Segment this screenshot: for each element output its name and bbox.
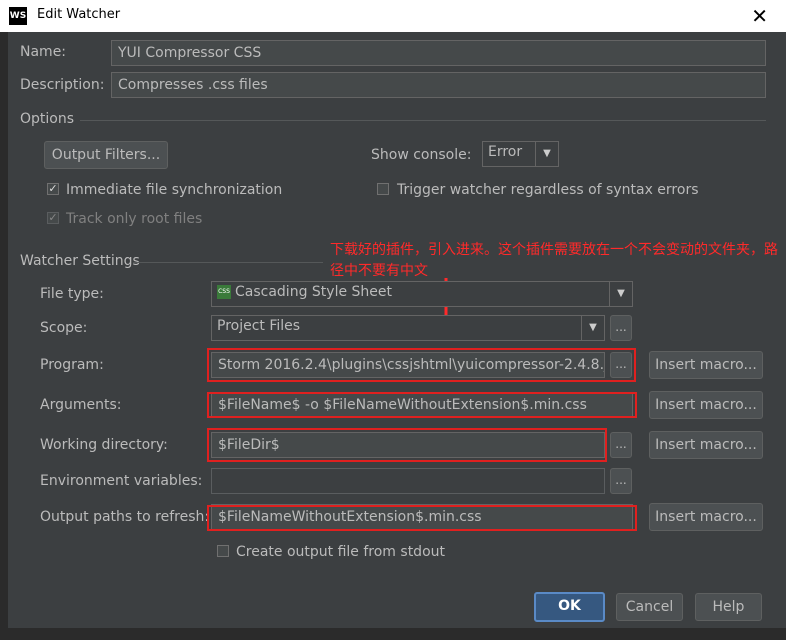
trigger-watcher-checkbox[interactable]	[377, 183, 389, 195]
ok-button[interactable]: OK	[534, 592, 605, 622]
description-label: Description:	[20, 77, 105, 93]
arguments-field[interactable]: $FileName$ -o $FileNameWithoutExtension$…	[211, 392, 633, 418]
watcher-separator	[133, 262, 323, 263]
title-bar[interactable]: WS Edit Watcher ✕	[0, 0, 786, 32]
background-window	[0, 32, 8, 640]
show-console-value: Error	[488, 144, 523, 160]
arguments-insert-macro-button[interactable]: Insert macro...	[649, 391, 763, 419]
window-title: Edit Watcher	[37, 7, 121, 22]
track-root-checkbox[interactable]: ✓	[47, 212, 59, 224]
file-type-label: File type:	[40, 286, 104, 302]
create-output-checkbox[interactable]	[217, 545, 229, 557]
options-section-label: Options	[20, 111, 75, 127]
help-button[interactable]: Help	[695, 593, 762, 621]
watcher-settings-label: Watcher Settings	[20, 253, 140, 269]
chevron-down-icon[interactable]: ▼	[581, 316, 604, 340]
name-label: Name:	[20, 44, 67, 60]
program-field[interactable]: Storm 2016.2.4\plugins\cssjshtml\yuicomp…	[211, 352, 605, 378]
chevron-down-icon[interactable]: ▼	[535, 142, 558, 166]
chevron-down-icon[interactable]: ▼	[609, 282, 632, 306]
working-directory-insert-macro-button[interactable]: Insert macro...	[649, 431, 763, 459]
immediate-sync-checkbox[interactable]: ✓	[47, 183, 59, 195]
css-file-icon: CSS	[217, 285, 231, 299]
trigger-watcher-label: Trigger watcher regardless of syntax err…	[397, 182, 699, 198]
working-directory-field[interactable]: $FileDir$	[211, 432, 605, 458]
show-console-select[interactable]: Error ▼	[482, 141, 559, 167]
scope-select[interactable]: Project Files ▼	[211, 315, 605, 341]
arguments-label: Arguments:	[40, 397, 122, 413]
environment-variables-label: Environment variables:	[40, 473, 203, 489]
scope-label: Scope:	[40, 320, 88, 336]
show-console-label: Show console:	[371, 147, 472, 163]
annotation-note: 下载好的插件，引入进来。这个插件需要放在一个不会变动的文件夹，路径中不要有中文	[330, 242, 778, 279]
description-field[interactable]: Compresses .css files	[111, 72, 766, 98]
environment-variables-browse-button[interactable]: ...	[610, 468, 632, 494]
track-root-label: Track only root files	[66, 211, 203, 227]
scope-value: Project Files	[217, 318, 301, 334]
environment-variables-field[interactable]	[211, 468, 605, 494]
immediate-sync-label: Immediate file synchronization	[66, 182, 283, 198]
background-window-bottom	[0, 628, 786, 640]
output-paths-insert-macro-button[interactable]: Insert macro...	[649, 503, 763, 531]
options-separator	[80, 120, 766, 121]
program-label: Program:	[40, 357, 104, 373]
close-icon[interactable]: ✕	[751, 4, 768, 28]
working-directory-browse-button[interactable]: ...	[610, 432, 632, 458]
scope-browse-button[interactable]: ...	[610, 315, 632, 341]
name-field[interactable]: YUI Compressor CSS	[111, 40, 766, 66]
working-directory-label: Working directory:	[40, 437, 168, 453]
app-icon: WS	[9, 7, 27, 25]
file-type-value: Cascading Style Sheet	[235, 284, 393, 300]
output-filters-button[interactable]: Output Filters...	[44, 141, 168, 169]
output-paths-field[interactable]: $FileNameWithoutExtension$.min.css	[211, 504, 633, 530]
program-insert-macro-button[interactable]: Insert macro...	[649, 351, 763, 379]
file-type-select[interactable]: CSS Cascading Style Sheet ▼	[211, 281, 633, 307]
cancel-button[interactable]: Cancel	[616, 593, 683, 621]
program-browse-button[interactable]: ...	[610, 352, 632, 378]
create-output-label: Create output file from stdout	[236, 544, 445, 560]
output-paths-label: Output paths to refresh:	[40, 509, 210, 525]
